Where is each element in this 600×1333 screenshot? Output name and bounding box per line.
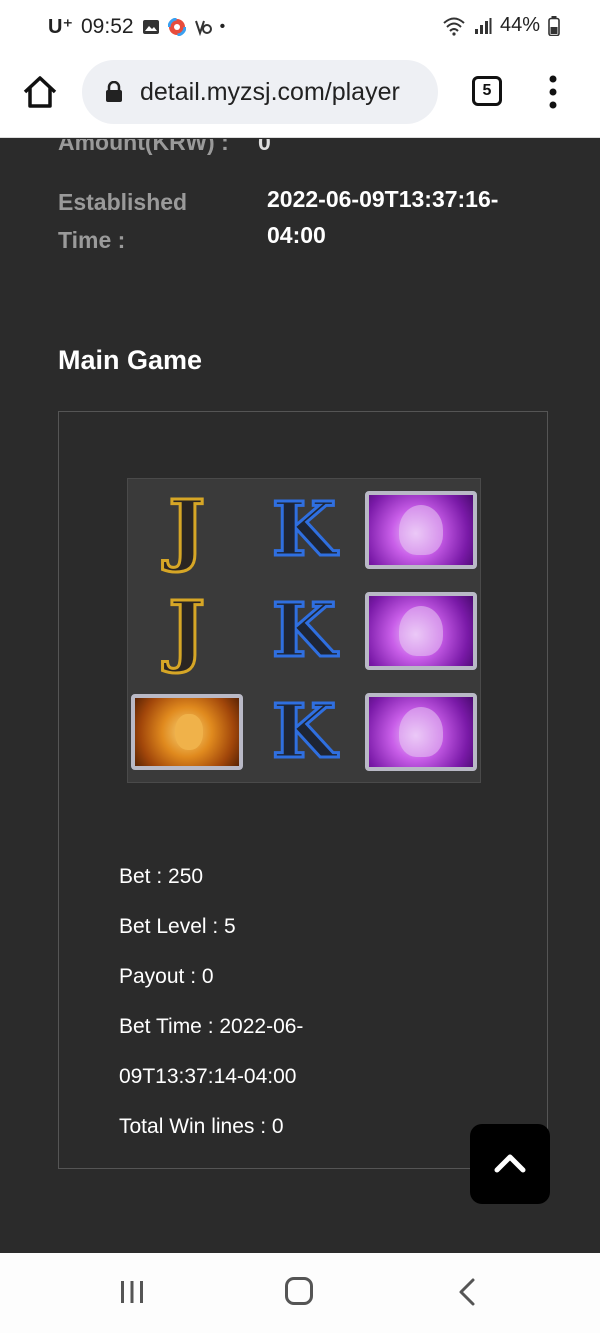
reel-cell [363, 479, 480, 580]
symbol-k: K [270, 587, 337, 674]
bet-time-line-2: 09T13:37:14-04:00 [119, 1065, 297, 1088]
amount-value: 0 [258, 139, 271, 155]
owl-symbol-icon [365, 490, 478, 569]
established-time-label: Established Time : [58, 189, 188, 253]
bet-level: Bet Level : 5 [119, 915, 236, 938]
navigation-bar [0, 1253, 600, 1333]
bet-amount: Bet : 250 [119, 865, 204, 888]
battery-icon [548, 15, 560, 36]
reel-cell: K [245, 580, 362, 681]
home-icon[interactable] [20, 72, 60, 112]
carrier-label: U⁺ [48, 16, 73, 38]
page-content: Amount(KRW) : 0 Established Time : 2022-… [0, 139, 600, 1253]
address-bar[interactable]: detail.myzsj.com/player [82, 60, 438, 124]
gallery-icon [142, 19, 159, 34]
slot-reel-grid: J K J K K [127, 478, 481, 783]
symbol-k: K [270, 486, 337, 573]
recent-apps-icon[interactable] [118, 1279, 146, 1305]
app-icon [167, 17, 186, 36]
battery-percent: 44% [499, 14, 540, 36]
status-bar-left: U⁺ 09:52 • [48, 14, 225, 39]
reel-cell [363, 580, 480, 681]
reel-cell: J [128, 580, 245, 681]
owl-symbol-icon [365, 591, 478, 670]
amount-label: Amount(KRW) : [58, 139, 229, 155]
vpn-icon [194, 20, 212, 36]
owl-symbol-icon [365, 692, 478, 771]
signal-icon [474, 17, 492, 34]
notification-dot: • [219, 17, 226, 35]
reel-cell [363, 681, 480, 782]
reel-cell: J [128, 479, 245, 580]
main-game-panel: J K J K K Bet : 250 Bet Level : 5 Payout… [58, 411, 548, 1169]
home-nav-icon[interactable] [285, 1277, 313, 1305]
scroll-to-top-button[interactable] [470, 1124, 550, 1204]
wifi-icon [443, 17, 465, 36]
tab-switcher-button[interactable]: 5 [472, 76, 502, 106]
status-bar: U⁺ 09:52 • 44% [0, 0, 600, 56]
symbol-j: J [167, 483, 207, 575]
chevron-up-icon [494, 1154, 526, 1173]
more-menu-icon[interactable] [544, 74, 562, 110]
reel-cell: K [245, 479, 362, 580]
main-game-title: Main Game [58, 345, 203, 375]
lion-symbol-icon [130, 693, 243, 770]
established-time-value: 2022-06-09T13:37:16-04:00 [267, 186, 499, 248]
lock-icon [106, 81, 122, 102]
clock: 09:52 [81, 14, 134, 38]
bet-time-line-1: Bet Time : 2022-06- [119, 1015, 304, 1038]
bet-details: Bet : 250 Bet Level : 5 Payout : 0 Bet T… [119, 862, 303, 1162]
reel-cell [128, 681, 245, 782]
browser-toolbar: detail.myzsj.com/player 5 [0, 56, 600, 138]
symbol-k: K [270, 688, 337, 775]
payout: Payout : 0 [119, 965, 214, 988]
symbol-j: J [167, 584, 207, 676]
total-win-lines: Total Win lines : 0 [119, 1115, 284, 1138]
url-text[interactable]: detail.myzsj.com/player [140, 78, 400, 107]
status-bar-right: 44% [442, 14, 560, 37]
back-icon[interactable] [455, 1277, 479, 1307]
reel-cell: K [245, 681, 362, 782]
